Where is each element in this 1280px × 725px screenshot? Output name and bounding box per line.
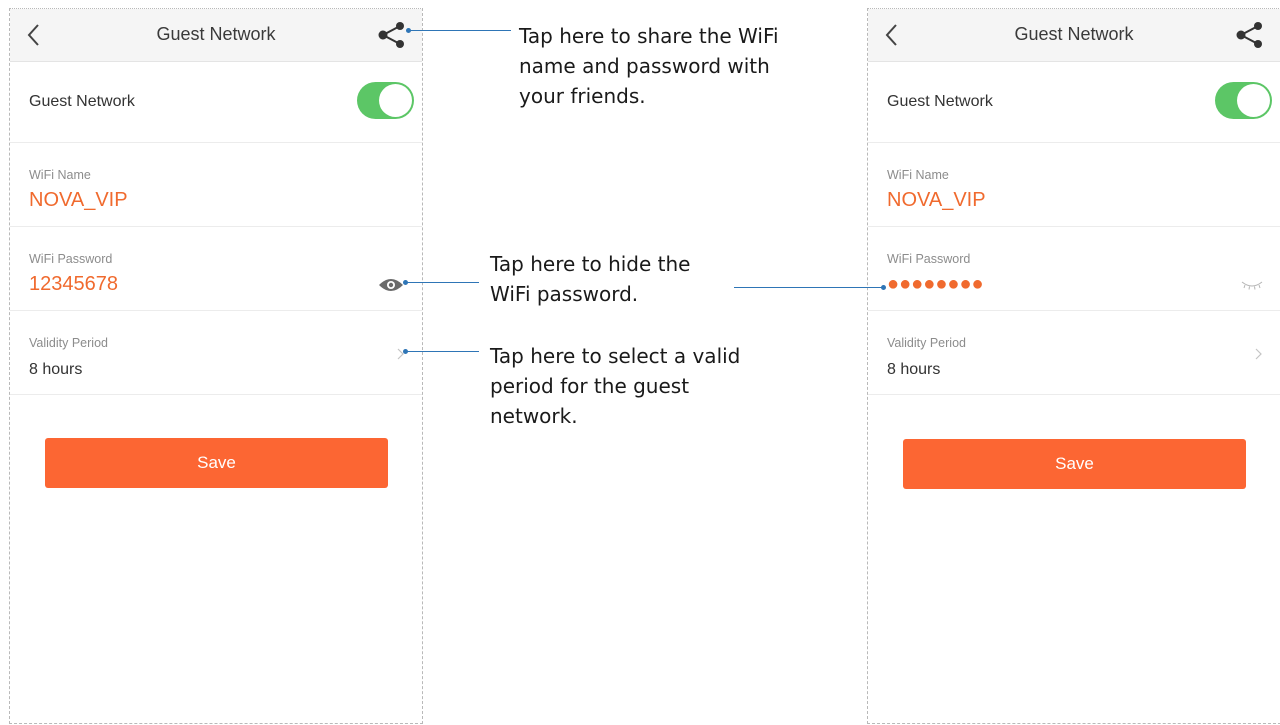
validity-period-label: Validity Period	[887, 336, 966, 350]
guest-network-label: Guest Network	[887, 93, 993, 110]
wifi-name-row[interactable]: WiFi Name NOVA_VIP	[868, 143, 1280, 227]
page-title: Guest Network	[156, 24, 276, 44]
phone-screen-right: Guest Network Guest Network WiFi Name NO…	[867, 8, 1280, 724]
wifi-password-label: WiFi Password	[887, 252, 971, 266]
annotation-share: Tap here to share the WiFi name and pass…	[519, 24, 779, 108]
callout-dot-password-mask	[881, 285, 886, 290]
save-button[interactable]: Save	[903, 439, 1246, 489]
callout-line-eye	[406, 282, 479, 283]
toggle-knob	[379, 84, 412, 117]
wifi-name-label: WiFi Name	[29, 168, 91, 182]
share-icon[interactable]	[376, 20, 408, 50]
navigation-bar: Guest Network	[868, 9, 1280, 62]
navigation-bar: Guest Network	[10, 9, 422, 62]
wifi-name-value[interactable]: NOVA_VIP	[887, 189, 986, 212]
validity-period-value: 8 hours	[887, 361, 941, 378]
guest-network-toggle[interactable]	[1215, 82, 1272, 119]
guest-network-label: Guest Network	[29, 93, 135, 110]
annotation-validity-period: Tap here to select a valid period for th…	[490, 344, 741, 428]
callout-line-share	[410, 30, 511, 31]
phone-screen-left: Guest Network Guest Network WiFi Name NO…	[9, 8, 423, 724]
share-icon[interactable]	[1234, 20, 1266, 50]
annotation-hide-password: Tap here to hide the WiFi password.	[490, 252, 691, 306]
eye-closed-icon[interactable]	[1240, 279, 1264, 291]
eye-icon[interactable]	[378, 277, 404, 293]
wifi-name-value[interactable]: NOVA_VIP	[29, 189, 128, 212]
wifi-password-row[interactable]: WiFi Password 12345678	[10, 227, 422, 311]
wifi-name-row[interactable]: WiFi Name NOVA_VIP	[10, 143, 422, 227]
page-title: Guest Network	[1014, 24, 1134, 44]
wifi-name-label: WiFi Name	[887, 168, 949, 182]
validity-period-row[interactable]: Validity Period 8 hours	[10, 311, 422, 395]
callout-dot-eye	[403, 280, 408, 285]
wifi-password-value[interactable]: 12345678	[29, 273, 118, 296]
callout-dot-validity	[403, 349, 408, 354]
wifi-password-masked-value[interactable]: ●●●●●●●●	[887, 273, 984, 296]
validity-period-label: Validity Period	[29, 336, 108, 350]
chevron-right-icon[interactable]	[1254, 348, 1262, 360]
toggle-knob	[1237, 84, 1270, 117]
wifi-password-row[interactable]: WiFi Password ●●●●●●●●	[868, 227, 1280, 311]
validity-period-value: 8 hours	[29, 361, 83, 378]
save-button[interactable]: Save	[45, 438, 388, 488]
guest-network-row: Guest Network	[868, 62, 1280, 143]
callout-line-password-mask	[734, 287, 884, 288]
guest-network-toggle[interactable]	[357, 82, 414, 119]
wifi-password-label: WiFi Password	[29, 252, 113, 266]
guest-network-row: Guest Network	[10, 62, 422, 143]
callout-dot-share	[406, 28, 411, 33]
validity-period-row[interactable]: Validity Period 8 hours	[868, 311, 1280, 395]
callout-line-validity	[406, 351, 479, 352]
